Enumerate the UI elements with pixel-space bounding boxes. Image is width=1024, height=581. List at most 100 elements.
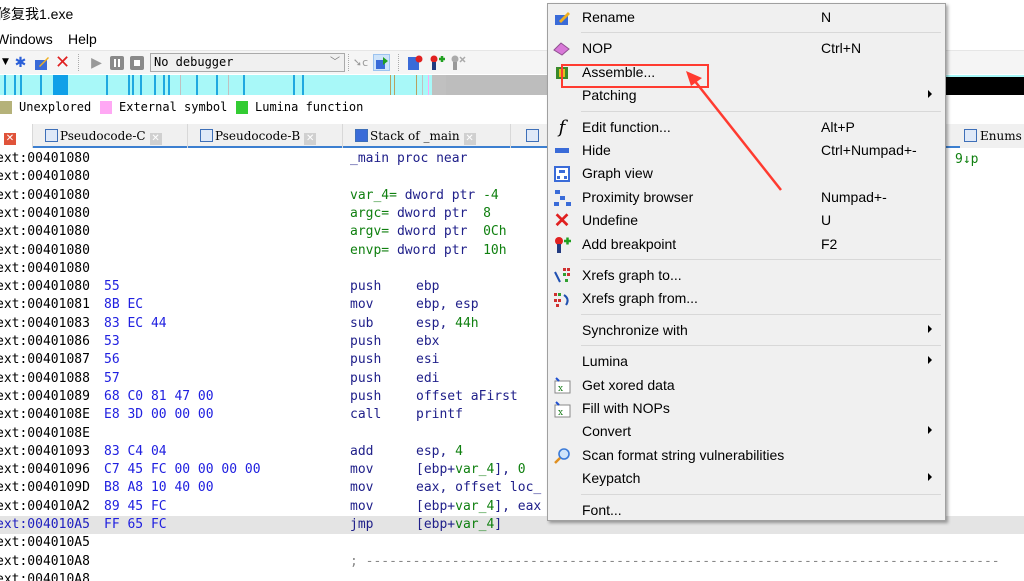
menu-item-label: Xrefs graph to... (582, 267, 682, 283)
mnemonic: add (350, 443, 374, 459)
tab-stack-of-main[interactable]: Stack of _main ✕ (343, 124, 511, 148)
menu-item-fill-with-nops[interactable]: x Fill with NOPs (548, 397, 945, 420)
address: ext:00401080 (0, 242, 90, 258)
address: ext:004010A5 (0, 535, 90, 551)
menu-item-convert[interactable]: Convert (548, 420, 945, 443)
submenu-arrow-icon (928, 473, 932, 482)
mnemonic: call (350, 407, 382, 423)
mnemonic: push (350, 352, 382, 368)
delete-breakpoint-icon[interactable] (449, 54, 466, 71)
menu-item-shortcut: Alt+P (821, 118, 855, 135)
close-icon[interactable]: ✕ (304, 133, 317, 145)
opcode-bytes: 83 C4 04 (104, 443, 167, 459)
address: ext:00401081 (0, 297, 90, 313)
address: ext:00401089 (0, 388, 90, 404)
menu-item-nop[interactable]: NOP Ctrl+N (548, 37, 945, 60)
undefine-icon: ✕ (553, 210, 571, 233)
pseudocode-icon (526, 129, 539, 142)
menu-item-shortcut: F2 (821, 235, 838, 252)
menu-item-graph-view[interactable]: Graph view (548, 162, 945, 185)
menu-item-proximity-browser[interactable]: Proximity browser Numpad+- (548, 186, 945, 209)
mnemonic: mov (350, 462, 374, 478)
step-into-icon[interactable]: ➘c (352, 54, 369, 71)
tab-pseudocode-c[interactable]: Pseudocode-C ✕ (33, 124, 188, 148)
menu-item-font[interactable]: Font... (548, 499, 945, 522)
navigation-band-end (946, 77, 1024, 95)
address: ext:00401080 (0, 187, 90, 203)
menu-item-xrefs-graph-from[interactable]: Xrefs graph from... (548, 287, 945, 310)
menu-item-lumina[interactable]: Lumina (548, 350, 945, 373)
menu-item-label: Keypatch (582, 470, 641, 487)
debugger-select[interactable]: No debugger ﹀ (150, 53, 345, 72)
xrefs-to-icon (553, 267, 571, 285)
navigation-band-segment (293, 75, 295, 95)
tab-pseudocode-b[interactable]: Pseudocode-B ✕ (188, 124, 343, 148)
address: ext:0040108E (0, 425, 90, 441)
tab-hidden[interactable] (511, 124, 551, 148)
pseudocode-icon (45, 129, 58, 142)
menu-item-label: Proximity browser (582, 188, 694, 205)
rename-icon (553, 9, 571, 27)
edit-icon[interactable] (33, 54, 50, 71)
debugger-select-value: No debugger (154, 55, 234, 69)
menu-item-label: Hide (582, 142, 611, 158)
opcode-bytes: 56 (104, 352, 120, 368)
menu-item-scan-format-string-vulnerabilities[interactable]: Scan format string vulnerabilities (548, 444, 945, 467)
address: ext:00401087 (0, 352, 90, 368)
code-line[interactable]: ext:004010A8 ; --------------------------… (0, 553, 1024, 571)
opcode-bytes: 68 C0 81 47 00 (104, 388, 214, 404)
mnemonic: push (350, 370, 382, 386)
delete-icon[interactable]: ✕ (54, 53, 71, 71)
address: ext:00401083 (0, 315, 90, 331)
stack-var-def: argv= dword ptr 0Ch (350, 224, 507, 240)
hide-icon (553, 142, 571, 160)
menu-item-hide[interactable]: Hide Ctrl+Numpad+- (548, 139, 945, 162)
run-icon[interactable]: ▶ (88, 54, 105, 71)
menu-item-shortcut: Numpad+- (821, 188, 887, 205)
menu-help[interactable]: Help (68, 31, 97, 47)
menu-item-rename[interactable]: Rename N (548, 6, 945, 29)
operands: edi (416, 370, 440, 386)
submenu-arrow-icon (928, 426, 932, 435)
navigation-band-segment (216, 75, 218, 95)
menu-item-label: NOP (582, 40, 613, 57)
menu-item-shortcut: Ctrl+N (821, 40, 862, 57)
add-breakpoint-icon[interactable] (428, 54, 445, 71)
breakpoint-list-icon[interactable] (407, 54, 424, 71)
close-icon[interactable]: ✕ (4, 133, 16, 145)
menu-item-label: Add breakpoint (582, 235, 677, 252)
operands: [ebp+var_4], eax (416, 498, 542, 514)
close-icon[interactable]: ✕ (149, 133, 162, 145)
close-icon[interactable]: ✕ (463, 133, 476, 145)
code-line[interactable]: ext:004010A8 (0, 571, 1024, 581)
navigation-band-segment (390, 75, 391, 95)
menu-separator (581, 493, 941, 495)
toolbar-separator (78, 54, 79, 71)
tab-ida-view[interactable]: ✕ (0, 124, 33, 148)
opcode-bytes: C7 45 FC 00 00 00 00 (104, 462, 261, 478)
menu-item-get-xored-data[interactable]: x Get xored data (548, 374, 945, 397)
menu-windows[interactable]: Windows (0, 31, 53, 47)
menu-item-edit-function[interactable]: f Edit function... Alt+P (548, 116, 945, 139)
menu-item-xrefs-graph-to[interactable]: Xrefs graph to... (548, 264, 945, 287)
navigation-band-segment (20, 75, 22, 95)
operands: eax, offset loc_ (416, 480, 542, 496)
navigation-band-segment (228, 75, 229, 95)
navigation-band-segment (180, 75, 181, 95)
navigation-band-segment (40, 75, 42, 95)
menu-item-synchronize-with[interactable]: Synchronize with (548, 319, 945, 342)
menu-item-undefine[interactable]: ✕ Undefine U (548, 209, 945, 232)
code-line[interactable]: ext:004010A5 (0, 534, 1024, 552)
pause-icon[interactable] (108, 54, 125, 71)
opcode-bytes: 57 (104, 370, 120, 386)
tab-enums[interactable]: Enums (960, 124, 1024, 148)
navigation-band-segment (154, 75, 156, 95)
step-over-icon[interactable] (373, 54, 390, 71)
address: ext:00401093 (0, 443, 90, 459)
menu-item-add-breakpoint[interactable]: Add breakpoint F2 (548, 233, 945, 256)
window-title: 修复我1.exe (0, 6, 74, 22)
menu-item-keypatch[interactable]: Keypatch (548, 467, 945, 490)
stop-icon[interactable] (128, 54, 145, 71)
add-function-icon[interactable]: ✱ (12, 54, 29, 71)
address: ext:00401080 (0, 260, 90, 276)
